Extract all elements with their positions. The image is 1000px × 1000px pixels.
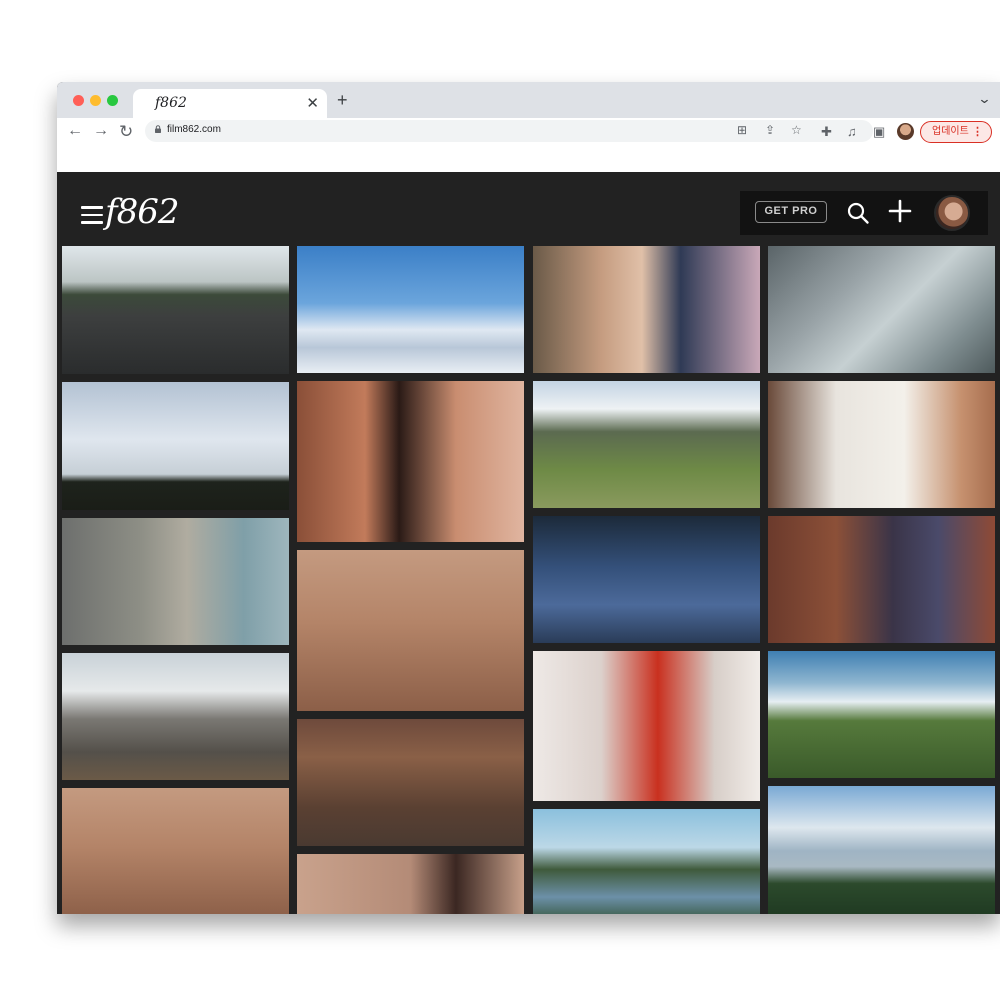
- photo-tile-snow-glacier-hikers[interactable]: [297, 246, 524, 373]
- photo-tile-lake-forest[interactable]: [533, 809, 760, 914]
- minimize-window-button[interactable]: [90, 95, 101, 106]
- lock-icon: [155, 125, 161, 133]
- menu-icon[interactable]: [81, 206, 103, 224]
- photo-tile-girl-brick-wall[interactable]: [768, 516, 995, 643]
- photo-tile-hikers-ridge[interactable]: [62, 382, 289, 510]
- photo-tile-road-sunset[interactable]: [62, 246, 289, 374]
- back-arrow-icon[interactable]: ←: [67, 122, 83, 140]
- plus-icon[interactable]: [888, 199, 912, 223]
- photo-tile-girl-reading[interactable]: [297, 854, 524, 914]
- photo-tile-children-wall[interactable]: [62, 788, 289, 914]
- close-icon[interactable]: ✕: [306, 94, 319, 112]
- star-icon[interactable]: ☆: [791, 123, 802, 137]
- close-window-button[interactable]: [73, 95, 84, 106]
- media-icon[interactable]: ♫: [847, 124, 857, 139]
- update-button[interactable]: 업데이트 ⋮: [920, 121, 992, 143]
- tab-strip: f862 ✕ + ⌄: [57, 82, 1000, 118]
- browser-toolbar: ← → ↻ film862.com ⊞ ⇪ ☆ ✚ ♫ ▣ 업데이트 ⋮: [57, 118, 1000, 172]
- photo-tile-alpine-valley[interactable]: [533, 381, 760, 508]
- photo-tile-hiker-hillside[interactable]: [768, 651, 995, 778]
- photo-gallery: [62, 246, 1000, 914]
- photo-tile-girl-portrait[interactable]: [297, 381, 524, 542]
- profile-avatar[interactable]: [897, 123, 914, 140]
- share-icon[interactable]: ⇪: [765, 123, 775, 137]
- photo-tile-girl-and-father[interactable]: [533, 246, 760, 373]
- app-header: f862 GET PRO: [57, 172, 1000, 246]
- photo-tile-misty-mountain[interactable]: [768, 246, 995, 373]
- search-icon[interactable]: [846, 201, 870, 225]
- photo-tile-two-girls-playing[interactable]: [297, 550, 524, 711]
- url-text: film862.com: [167, 124, 221, 135]
- photo-tile-mountain-lake-snow[interactable]: [768, 786, 995, 914]
- new-tab-plus-icon[interactable]: +: [337, 90, 348, 111]
- extensions-icon[interactable]: ✚: [821, 124, 832, 140]
- avatar[interactable]: [934, 195, 970, 231]
- photo-tile-girl-behind-bars[interactable]: [533, 651, 760, 801]
- photo-tile-dolomite-ridge[interactable]: [62, 653, 289, 780]
- photo-tile-hand-on-book[interactable]: [768, 381, 995, 508]
- photo-tile-boots-trail[interactable]: [533, 516, 760, 643]
- address-bar[interactable]: film862.com ⊞ ⇪ ☆: [145, 120, 873, 142]
- translate-icon[interactable]: ⊞: [737, 123, 747, 137]
- photo-tile-backpacker-mountain[interactable]: [62, 518, 289, 645]
- update-label: 업데이트: [932, 126, 969, 137]
- header-actions: GET PRO: [740, 191, 988, 235]
- site-logo[interactable]: f862: [105, 192, 179, 232]
- chevron-down-icon[interactable]: ⌄: [977, 91, 991, 107]
- get-pro-button[interactable]: GET PRO: [755, 201, 827, 223]
- tab-active[interactable]: f862 ✕: [133, 89, 327, 118]
- browser-window: f862 ✕ + ⌄ ← → ↻ film862.com ⊞ ⇪ ☆ ✚ ♫ ▣…: [57, 82, 1000, 914]
- tab-title: f862: [155, 95, 187, 111]
- forward-arrow-icon[interactable]: →: [93, 122, 109, 140]
- more-vert-icon[interactable]: ⋮: [972, 122, 983, 142]
- maximize-window-button[interactable]: [107, 95, 118, 106]
- sidepanel-icon[interactable]: ▣: [873, 124, 885, 140]
- photo-tile-woman-sitting-room[interactable]: [297, 719, 524, 846]
- reload-icon[interactable]: ↻: [119, 122, 133, 142]
